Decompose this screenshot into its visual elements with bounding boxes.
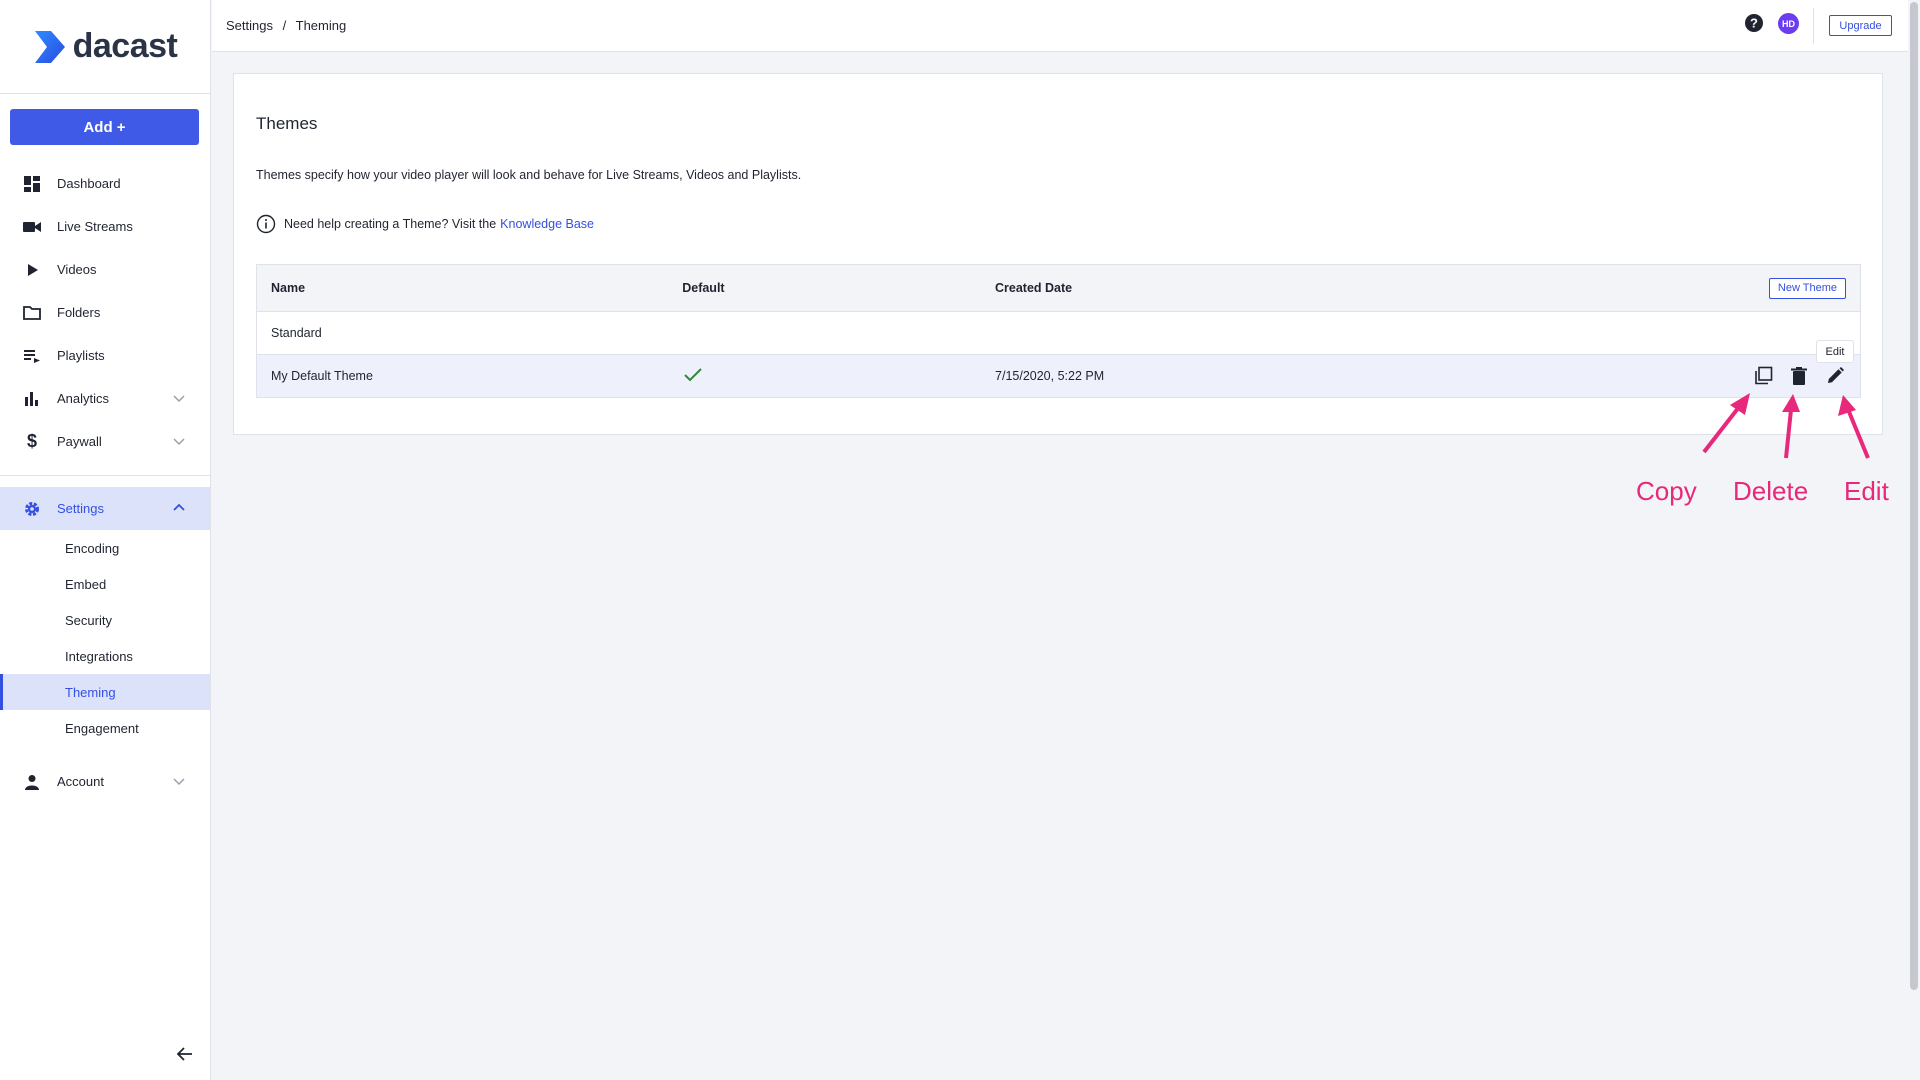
sidebar-item-label: Playlists [57, 348, 105, 363]
sidebar-item-playlists[interactable]: Playlists [0, 334, 210, 377]
bar-chart-icon [22, 389, 42, 409]
help-text: Need help creating a Theme? Visit the [284, 217, 497, 231]
theme-default-cell [668, 312, 981, 355]
sidebar-item-paywall[interactable]: $ Paywall [0, 420, 210, 463]
video-camera-icon [22, 217, 42, 237]
sidebar-item-label: Account [57, 774, 104, 789]
collapse-sidebar-arrow-icon[interactable] [175, 1044, 195, 1064]
table-row[interactable]: Standard [256, 311, 1861, 355]
sidebar-item-label: Folders [57, 305, 101, 320]
sidebar-item-analytics[interactable]: Analytics [0, 377, 210, 420]
annotation-edit: Edit [1844, 476, 1889, 506]
theme-created-cell [981, 312, 1481, 355]
theme-created-cell: 7/15/2020, 5:22 PM [995, 369, 1105, 383]
header-divider [1813, 8, 1814, 44]
themes-description: Themes specify how your video player wil… [256, 168, 802, 182]
knowledge-base-link[interactable]: Knowledge Base [500, 217, 594, 231]
sidebar-item-label: Paywall [57, 434, 102, 449]
new-theme-button[interactable]: New Theme [1768, 277, 1846, 299]
sidebar-subitem-integrations[interactable]: Integrations [0, 638, 210, 674]
sidebar-subitem-encoding[interactable]: Encoding [0, 530, 210, 566]
sidebar-item-dashboard[interactable]: Dashboard [0, 162, 210, 205]
sidebar-item-label: Videos [57, 262, 97, 277]
folder-icon [22, 303, 42, 323]
logo-text: dacast [72, 27, 178, 65]
sidebar: dacast Add + Dashboard Live Streams Vide… [0, 0, 211, 1080]
chevron-down-icon [173, 395, 185, 403]
sidebar-subitem-security[interactable]: Security [0, 602, 210, 638]
add-button[interactable]: Add + [10, 109, 199, 145]
chevron-down-icon [173, 438, 185, 446]
logo[interactable]: dacast [0, 0, 210, 94]
help-icon[interactable]: ? [1744, 13, 1764, 33]
sidebar-item-account[interactable]: Account [0, 760, 210, 803]
sidebar-item-settings[interactable]: Settings [0, 487, 210, 530]
svg-text:?: ? [1750, 16, 1758, 31]
chevron-up-icon [173, 503, 185, 511]
sidebar-item-label: Live Streams [57, 219, 133, 234]
dashboard-icon [22, 174, 42, 194]
sidebar-item-folders[interactable]: Folders [0, 291, 210, 334]
column-header-actions: New Theme [1480, 264, 1861, 312]
sidebar-subitem-theming[interactable]: Theming [0, 674, 210, 710]
scrollbar-thumb[interactable] [1910, 2, 1918, 990]
annotation-copy: Copy [1636, 476, 1697, 506]
help-line: Need help creating a Theme? Visit the Kn… [256, 214, 594, 234]
column-header-name[interactable]: Name [256, 264, 669, 312]
person-icon [22, 772, 42, 792]
column-header-created-date[interactable]: Created Date [981, 264, 1481, 312]
upgrade-button[interactable]: Upgrade [1829, 15, 1892, 36]
theme-name-cell: Standard [256, 311, 669, 355]
chevron-down-icon [173, 778, 185, 786]
breadcrumb-theming: Theming [295, 18, 347, 33]
annotation-delete: Delete [1733, 476, 1809, 506]
sidebar-subitem-embed[interactable]: Embed [0, 566, 210, 602]
sidebar-item-label: Dashboard [57, 176, 121, 191]
info-icon [256, 214, 276, 234]
page-scrollbar[interactable] [1908, 0, 1920, 1080]
themes-card: Themes Themes specify how your video pla… [233, 73, 1883, 435]
sidebar-item-label: Analytics [57, 391, 110, 406]
sidebar-item-videos[interactable]: Videos [0, 248, 210, 291]
theme-default-cell [668, 355, 981, 398]
sidebar-item-label: Settings [57, 501, 104, 516]
theme-actions-cell [1480, 311, 1861, 355]
dollar-icon: $ [26, 431, 37, 451]
sidebar-item-live-streams[interactable]: Live Streams [0, 205, 210, 248]
play-icon [22, 260, 42, 280]
top-header: Settings / Theming ? HD Upgrade [212, 0, 1908, 52]
page-title: Themes [256, 114, 318, 133]
table-row[interactable]: My Default Theme 7/15/2020, 5:22 PM [256, 354, 1861, 398]
sidebar-subitem-engagement[interactable]: Engagement [0, 710, 210, 746]
dacast-logo-icon [34, 30, 65, 63]
table-header-row: Name Default Created Date New Theme [256, 264, 1861, 312]
theme-name-cell: My Default Theme [256, 354, 669, 398]
sidebar-nav: Dashboard Live Streams Videos Folders Pl… [0, 162, 210, 803]
avatar[interactable]: HD [1778, 13, 1799, 34]
annotation-arrows [1702, 393, 1870, 459]
breadcrumb-settings[interactable]: Settings [226, 18, 273, 33]
gear-icon [22, 499, 42, 519]
playlist-icon [22, 346, 42, 366]
column-header-default[interactable]: Default [668, 264, 982, 312]
checkmark-icon [684, 367, 702, 381]
themes-table: Name Default Created Date New Theme Stan… [256, 264, 1861, 398]
breadcrumb: Settings / Theming [226, 18, 352, 33]
breadcrumb-separator: / [282, 18, 287, 33]
